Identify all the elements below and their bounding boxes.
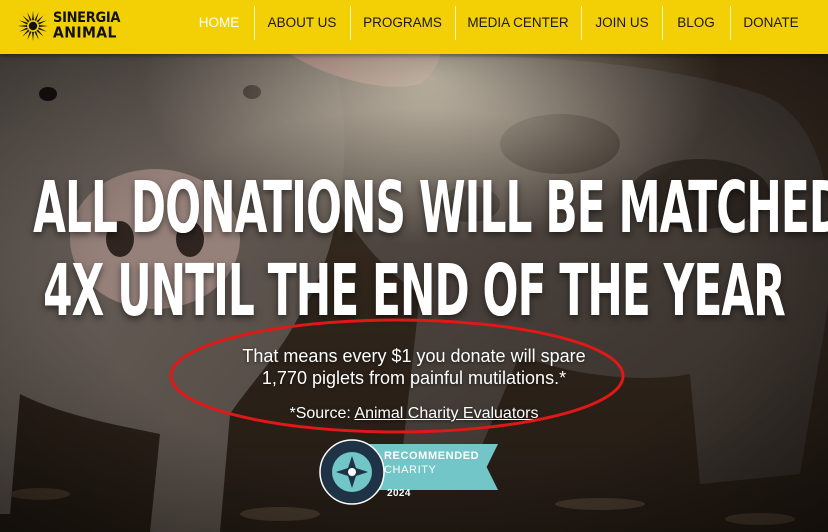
nav-about-us[interactable]: ABOUT US (265, 0, 339, 54)
nav-join-us[interactable]: JOIN US (592, 0, 652, 54)
site-header: SINERGIA ANIMAL HOME ABOUT US PROGRAMS M… (0, 0, 828, 54)
badge-recommended-text: RECOMMENDED (384, 450, 480, 462)
hero-subtext-line1: That means every $1 you donate will spar… (242, 346, 586, 366)
nav-media-center[interactable]: MEDIA CENTER (466, 0, 570, 54)
nav-blog[interactable]: BLOG (674, 0, 718, 54)
nav-donate[interactable]: DONATE (740, 0, 802, 54)
badge-year: 2024 (387, 488, 411, 499)
nav-divider (350, 6, 351, 40)
hero-headline-line1: ALL DONATIONS WILL BE MATCHED (33, 165, 828, 249)
hero-subtext-line2: 1,770 piglets from painful mutilations.* (261, 368, 567, 388)
nav-programs[interactable]: PROGRAMS (360, 0, 445, 54)
nav-divider (254, 6, 255, 40)
source-link-ace[interactable]: Animal Charity Evaluators (354, 405, 538, 422)
nav-divider (581, 6, 582, 40)
hero-source-note: *Source: Animal Charity Evaluators (0, 405, 828, 423)
hero-headline-line2: 4X UNTIL THE END OF THE YEAR (43, 248, 786, 332)
hero-section: ALL DONATIONS WILL BE MATCHED 4X UNTIL T… (0, 54, 828, 532)
sunburst-logo-icon (18, 11, 48, 41)
nav-divider (455, 6, 456, 40)
badge-charity-text: CHARITY (384, 464, 437, 476)
source-prefix: *Source: (289, 405, 355, 422)
nav-divider (730, 6, 731, 40)
nav-home[interactable]: HOME (194, 0, 244, 54)
nav-divider (662, 6, 663, 40)
site-logo[interactable]: SINERGIA ANIMAL (17, 8, 120, 44)
ace-recommended-badge[interactable]: RECOMMENDED CHARITY 2024 (318, 438, 498, 506)
ace-seal-icon (319, 439, 385, 505)
logo-text-animal: ANIMAL (53, 24, 117, 42)
